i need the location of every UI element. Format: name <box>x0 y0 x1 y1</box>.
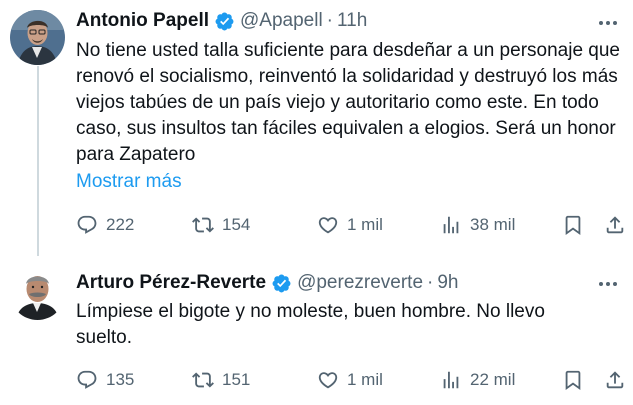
share-icon <box>604 369 626 391</box>
repost-button[interactable]: 151 <box>192 367 250 393</box>
separator-dot: · <box>427 272 434 293</box>
reply-count: 135 <box>106 370 135 389</box>
share-button[interactable] <box>604 367 626 393</box>
author-handle[interactable]: @Apapell <box>240 9 323 33</box>
verified-badge-icon[interactable] <box>214 11 235 32</box>
avatar[interactable] <box>10 10 65 65</box>
more-options-icon[interactable] <box>597 273 619 295</box>
author-handle[interactable]: @perezreverte <box>297 271 423 295</box>
like-count: 1 mil <box>347 370 383 389</box>
like-count: 1 mil <box>347 215 383 234</box>
tweet[interactable]: Arturo Pérez-Reverte @perezreverte · 9h … <box>0 256 633 405</box>
share-button[interactable] <box>604 212 626 238</box>
view-count: 22 mil <box>470 370 516 389</box>
repost-count: 151 <box>222 370 251 389</box>
views-icon <box>440 369 462 391</box>
verified-badge-icon[interactable] <box>271 273 292 294</box>
bookmark-icon <box>562 214 584 236</box>
reply-icon <box>76 369 98 391</box>
action-bar: 222 154 1 mil 38 mil <box>76 212 626 238</box>
avatar[interactable] <box>10 265 65 320</box>
timestamp[interactable]: 9h <box>437 271 458 295</box>
views-button[interactable]: 38 mil <box>440 212 515 238</box>
views-button[interactable]: 22 mil <box>440 367 515 393</box>
share-icon <box>604 214 626 236</box>
like-icon <box>317 369 339 391</box>
more-options-icon[interactable] <box>597 12 619 34</box>
author-name[interactable]: Arturo Pérez-Reverte <box>76 271 266 295</box>
like-button[interactable]: 1 mil <box>317 212 383 238</box>
tweet[interactable]: Antonio Papell @Apapell · 11h No tiene u… <box>0 0 633 256</box>
reply-icon <box>76 214 98 236</box>
tweet-text: Límpiese el bigote y no moleste, buen ho… <box>76 301 545 348</box>
thread-connector-line <box>37 66 39 256</box>
like-icon <box>317 214 339 236</box>
tweet-header: Antonio Papell @Apapell · 11h <box>76 9 367 33</box>
like-button[interactable]: 1 mil <box>317 367 383 393</box>
show-more-link[interactable]: Mostrar más <box>76 169 182 195</box>
timestamp[interactable]: 11h <box>337 9 367 33</box>
separator-dot: · <box>326 10 333 31</box>
author-name[interactable]: Antonio Papell <box>76 9 209 33</box>
bookmark-button[interactable] <box>562 212 584 238</box>
bookmark-icon <box>562 369 584 391</box>
repost-icon <box>192 214 214 236</box>
repost-icon <box>192 369 214 391</box>
reply-button[interactable]: 135 <box>76 367 134 393</box>
repost-count: 154 <box>222 215 251 234</box>
tweet-text: No tiene usted talla suficiente para des… <box>76 40 620 165</box>
bookmark-button[interactable] <box>562 367 584 393</box>
reply-count: 222 <box>106 215 135 234</box>
repost-button[interactable]: 154 <box>192 212 250 238</box>
reply-button[interactable]: 222 <box>76 212 134 238</box>
view-count: 38 mil <box>470 215 516 234</box>
action-bar: 135 151 1 mil 22 mil <box>76 367 626 393</box>
views-icon <box>440 214 462 236</box>
tweet-header: Arturo Pérez-Reverte @perezreverte · 9h <box>76 271 459 295</box>
